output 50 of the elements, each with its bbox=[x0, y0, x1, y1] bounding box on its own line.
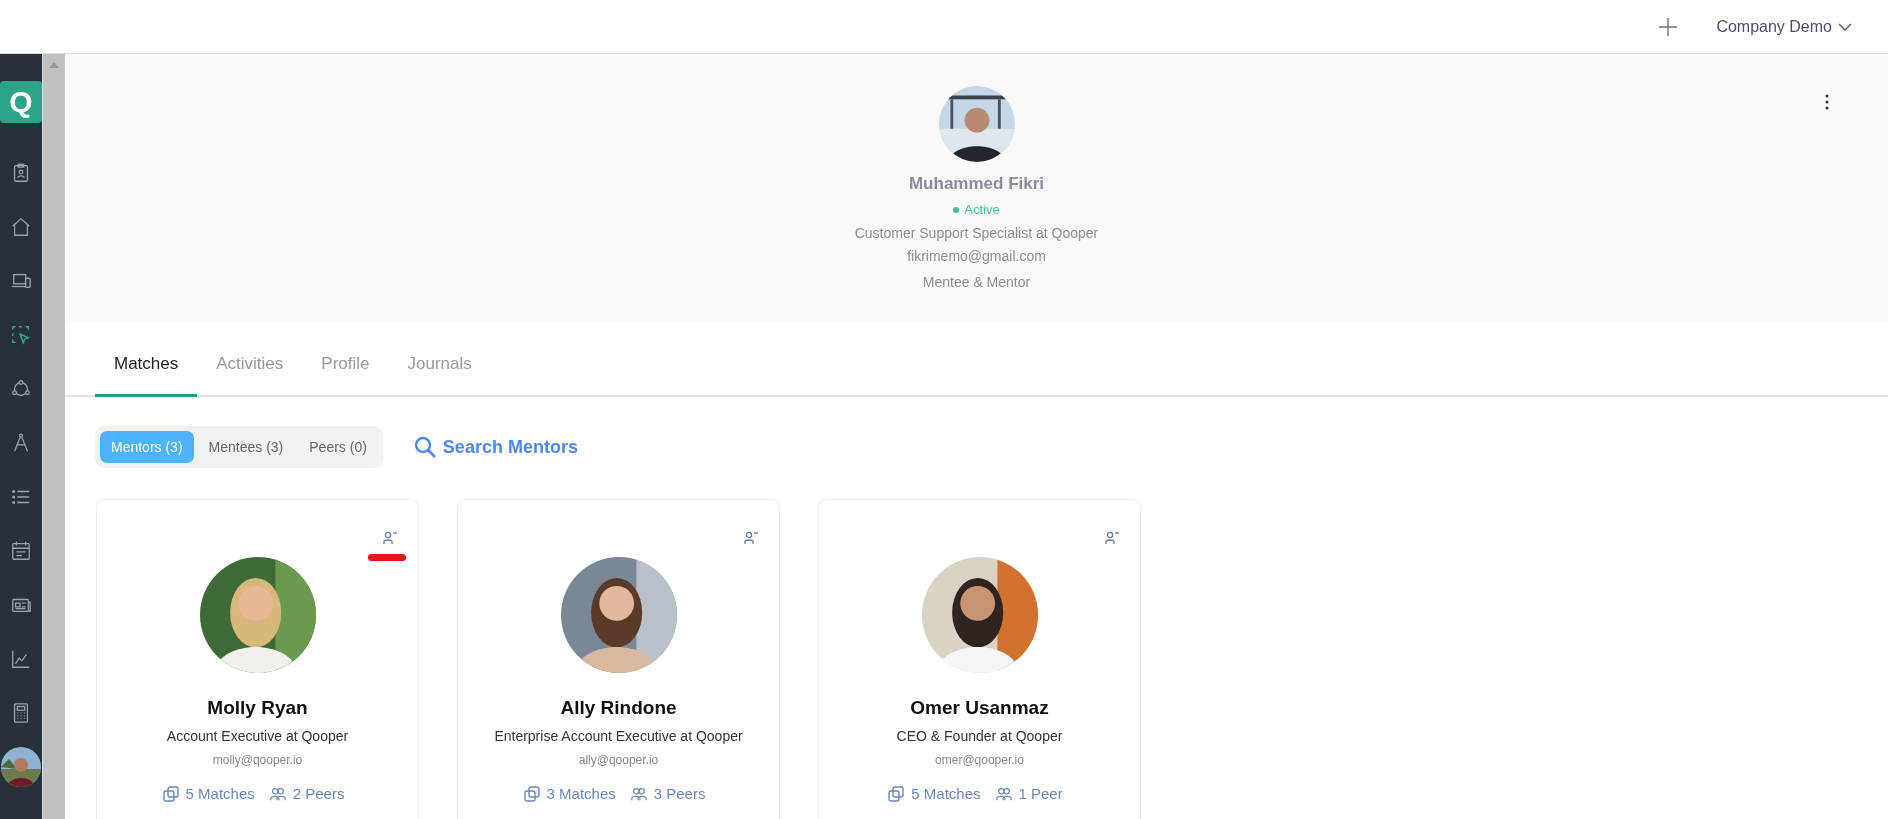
scrollbar[interactable] bbox=[42, 54, 65, 819]
copy-icon bbox=[888, 785, 905, 802]
mentor-email: ally@qooper.io bbox=[578, 753, 659, 767]
caret-icon bbox=[1838, 22, 1852, 31]
search-icon bbox=[412, 435, 437, 459]
search-mentors-link[interactable]: Search Mentors bbox=[412, 435, 578, 459]
filter-button[interactable]: Mentees (3) bbox=[197, 431, 295, 463]
mentor-email: omer@qooper.io bbox=[935, 753, 1024, 767]
mentor-name: Omer Usanmaz bbox=[910, 697, 1049, 719]
mentor-card[interactable]: Omer Usanmaz CEO & Founder at Qooper omer@qooper.io 5 Matches 1 Peer bbox=[818, 499, 1141, 819]
filter-button[interactable]: Peers (0) bbox=[298, 431, 378, 463]
tab[interactable]: Journals bbox=[388, 354, 491, 397]
mentor-card[interactable]: Molly Ryan Account Executive at Qooper molly@qooper.io 5 Matches 2 Peers bbox=[96, 499, 419, 819]
mentor-role: Account Executive at Qooper bbox=[166, 728, 349, 744]
copy-icon bbox=[523, 785, 540, 802]
add-icon[interactable] bbox=[1658, 16, 1679, 37]
people-icon bbox=[269, 785, 286, 802]
people-icon bbox=[630, 785, 647, 802]
company-dropdown[interactable]: Company Demo bbox=[1716, 17, 1852, 36]
select-icon[interactable] bbox=[10, 324, 32, 346]
calendar-icon[interactable] bbox=[10, 540, 32, 562]
mentor-name: Ally Rindone bbox=[560, 697, 677, 719]
copy-icon bbox=[162, 785, 179, 802]
mentor-card[interactable]: Ally Rindone Enterprise Account Executive at Qooper ally@qooper.io 3 Matches 3 Peers bbox=[457, 499, 780, 819]
matches-count: 5 Matches bbox=[911, 785, 981, 802]
profile-type: Mentee & Mentor bbox=[922, 274, 1031, 290]
person-minus-icon[interactable] bbox=[1104, 531, 1120, 545]
home-icon[interactable] bbox=[10, 216, 32, 238]
peers-count: 2 Peers bbox=[292, 785, 345, 802]
profile-email: fikrimemo@gmail.com bbox=[907, 248, 1046, 264]
mentor-role: Enterprise Account Executive at Qooper bbox=[494, 728, 743, 744]
profile-name: Muhammed Fikri bbox=[908, 174, 1045, 194]
mentor-role: CEO & Founder at Qooper bbox=[896, 728, 1063, 744]
tab[interactable]: Profile bbox=[302, 354, 389, 397]
people-icon bbox=[995, 785, 1012, 802]
profile-role: Customer Support Specialist at Qooper bbox=[854, 225, 1099, 241]
person-minus-icon[interactable] bbox=[743, 531, 759, 545]
status-text: Active bbox=[953, 202, 1000, 217]
chart-icon[interactable] bbox=[10, 648, 32, 670]
mentor-name: Molly Ryan bbox=[207, 697, 308, 719]
app-logo[interactable]: Q bbox=[0, 81, 42, 123]
more-icon[interactable] bbox=[1825, 94, 1829, 110]
peers-count: 3 Peers bbox=[653, 785, 706, 802]
person-minus-icon[interactable] bbox=[382, 531, 398, 545]
mentor-email: molly@qooper.io bbox=[212, 753, 303, 767]
tab[interactable]: Activities bbox=[197, 354, 303, 397]
matches-count: 3 Matches bbox=[546, 785, 616, 802]
tab[interactable]: Matches bbox=[95, 354, 198, 397]
peers-count: 1 Peer bbox=[1018, 785, 1063, 802]
matches-count: 5 Matches bbox=[185, 785, 255, 802]
